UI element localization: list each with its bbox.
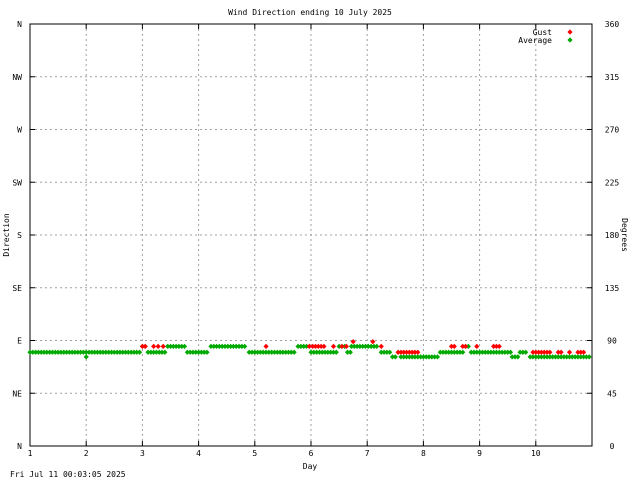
average-point bbox=[181, 343, 188, 349]
x-axis-label: Day bbox=[303, 462, 318, 471]
y-left-tick-label: SW bbox=[12, 178, 22, 187]
gust-point bbox=[566, 349, 573, 355]
x-tick-label: 2 bbox=[84, 449, 89, 458]
gust-point bbox=[415, 349, 421, 355]
series-layer bbox=[27, 339, 592, 360]
gust-point bbox=[462, 343, 469, 349]
average-point bbox=[333, 349, 339, 355]
legend-label-average: Average bbox=[518, 36, 552, 45]
gust-point bbox=[155, 343, 161, 349]
grid-layer bbox=[30, 24, 592, 446]
average-point bbox=[586, 354, 592, 360]
average-point bbox=[374, 343, 380, 349]
chart-svg: 1 2 3 4 5 6 7 8 9 10N 0NE 45E 90SE 135S 180SW 225W 270NW… bbox=[2, 8, 629, 479]
x-tick-label: 9 bbox=[477, 449, 482, 458]
average-point bbox=[434, 354, 441, 360]
gust-point bbox=[330, 343, 337, 349]
x-tick-label: 7 bbox=[365, 449, 370, 458]
gust-point bbox=[474, 343, 480, 349]
y-right-tick-label: 135 bbox=[605, 284, 620, 293]
gust-point bbox=[580, 349, 587, 355]
y-right-tick-label: 90 bbox=[607, 337, 617, 346]
legend: Gust Average bbox=[518, 28, 573, 45]
average-point bbox=[204, 349, 210, 355]
gust-point bbox=[496, 343, 502, 349]
y-right-tick-label: 225 bbox=[605, 178, 620, 187]
average-point bbox=[515, 354, 521, 360]
average-point bbox=[242, 343, 248, 349]
x-tick-label: 5 bbox=[252, 449, 257, 458]
y-right-tick-label: 180 bbox=[605, 231, 620, 240]
x-tick-label: 1 bbox=[28, 449, 33, 458]
gust-point bbox=[350, 339, 356, 345]
x-tick-label: 4 bbox=[196, 449, 201, 458]
gust-point bbox=[558, 349, 564, 355]
average-point bbox=[291, 349, 297, 355]
y-left-tick-label: W bbox=[17, 126, 22, 135]
y-axis-left-label: Direction bbox=[2, 213, 11, 257]
average-point bbox=[387, 349, 393, 355]
y-left-tick-label: N bbox=[17, 442, 22, 451]
y-right-tick-label: 360 bbox=[605, 20, 620, 29]
timestamp-text: Fri Jul 11 00:03:05 2025 bbox=[10, 470, 126, 479]
x-tick-label: 6 bbox=[309, 449, 314, 458]
gust-point bbox=[370, 339, 376, 345]
x-tick-label: 8 bbox=[421, 449, 426, 458]
y-left-tick-label: NW bbox=[12, 73, 22, 82]
y-right-tick-label: 315 bbox=[605, 73, 620, 82]
average-point bbox=[136, 349, 143, 355]
gust-point bbox=[547, 349, 553, 355]
average-point bbox=[392, 354, 398, 360]
y-left-tick-label: S bbox=[17, 231, 22, 240]
y-left-tick-label: N bbox=[17, 20, 22, 29]
y-left-tick-label: E bbox=[17, 337, 22, 346]
gust-point bbox=[321, 343, 327, 349]
y-right-tick-label: 270 bbox=[605, 126, 620, 135]
average-point bbox=[162, 349, 168, 355]
label-layer: 1 2 3 4 5 6 7 8 9 10N 0NE 45E 90SE 135S 180SW 225W 270NW… bbox=[12, 20, 619, 458]
gust-point bbox=[160, 343, 166, 349]
gust-point bbox=[339, 343, 345, 349]
gust-point bbox=[451, 343, 457, 349]
average-point bbox=[523, 349, 529, 355]
average-point bbox=[507, 349, 514, 355]
x-tick-label: 10 bbox=[531, 449, 541, 458]
y-left-tick-label: NE bbox=[12, 389, 22, 398]
chart-title: Wind Direction ending 10 July 2025 bbox=[228, 8, 392, 17]
y-right-tick-label: 45 bbox=[607, 389, 617, 398]
y-right-tick-label: 0 bbox=[610, 442, 615, 451]
wind-direction-chart: 1 2 3 4 5 6 7 8 9 10 N 0 NE 45 E 90 SE 135 S 180 SW 225 W 270 NW… bbox=[0, 0, 640, 480]
average-point bbox=[347, 349, 353, 355]
gust-point bbox=[263, 343, 269, 349]
average-point bbox=[460, 349, 466, 355]
gust-point bbox=[378, 343, 384, 349]
y-axis-right-label: Degrees bbox=[620, 218, 629, 252]
x-tick-label: 3 bbox=[140, 449, 145, 458]
average-point bbox=[83, 354, 89, 360]
legend-marker-gust bbox=[567, 29, 573, 35]
y-left-tick-label: SE bbox=[12, 284, 22, 293]
gust-point bbox=[142, 343, 148, 349]
legend-marker-average bbox=[567, 37, 573, 43]
gust-point bbox=[151, 343, 157, 349]
